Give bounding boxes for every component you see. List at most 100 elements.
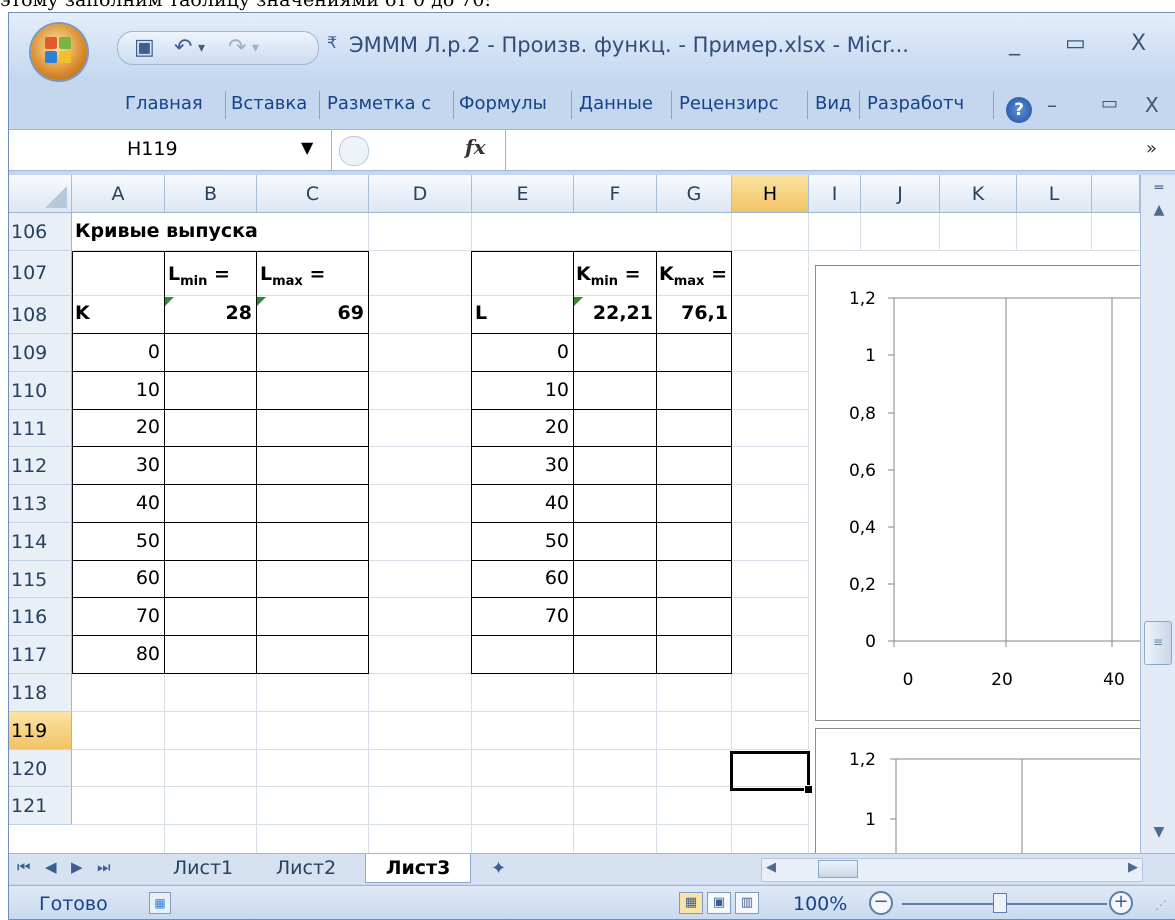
scroll-down-icon[interactable]: ▼	[1144, 821, 1174, 843]
tab-review[interactable]: Рецензирс	[679, 89, 779, 119]
save-icon[interactable]: ▣	[134, 36, 155, 60]
row-header-116[interactable]: 116	[9, 598, 72, 636]
column-header-m[interactable]	[1092, 175, 1140, 213]
workbook-restore-button[interactable]: ▭	[1101, 93, 1118, 114]
chart-1-y-tick: 1,2	[849, 289, 876, 309]
column-header-c[interactable]: C	[257, 175, 369, 213]
column-header-g[interactable]: G	[657, 175, 732, 213]
zoom-out-icon[interactable]: −	[869, 891, 893, 915]
workbook-minimize-button[interactable]: –	[1047, 93, 1057, 117]
column-header-d[interactable]: D	[369, 175, 472, 213]
expand-formula-bar-icon[interactable]: »	[1146, 138, 1157, 159]
workbook-close-button[interactable]: X	[1145, 93, 1159, 117]
sheet-tab-list1[interactable]: Лист1	[159, 854, 247, 882]
scroll-right-icon[interactable]: ▶	[1128, 860, 1138, 875]
zoom-in-icon[interactable]: +	[1109, 891, 1133, 915]
prev-sheet-icon[interactable]: ◀	[45, 858, 57, 876]
tab-insert[interactable]: Вставка	[231, 89, 307, 119]
worksheet-grid[interactable]: A B C D E F G H I J K L 106 107 108 109 …	[9, 175, 1140, 853]
output-curve-chart-1[interactable]: 1,2 1 0,8 0,6 0,4 0,2 0 0 20 40	[815, 265, 1140, 721]
sheet-tab-list3[interactable]: Лист3	[365, 854, 471, 883]
name-box[interactable]: H119 ▼	[9, 130, 332, 170]
zoom-slider-thumb[interactable]	[993, 893, 1007, 913]
column-header-i[interactable]: I	[809, 175, 861, 213]
h-scroll-thumb[interactable]	[818, 860, 858, 878]
insert-function-icon[interactable]: fx	[465, 135, 486, 159]
redo-icon[interactable]: ↷	[228, 36, 246, 60]
output-curve-chart-2[interactable]: 1,2 1	[815, 728, 1140, 853]
close-button[interactable]: X	[1131, 31, 1146, 56]
tab-page-layout[interactable]: Разметка с	[327, 89, 431, 119]
tab-view[interactable]: Вид	[815, 89, 852, 119]
active-cell-h119[interactable]	[730, 751, 813, 794]
kmin-value: 22,21	[592, 302, 653, 324]
tab-developer[interactable]: Разработч	[867, 89, 964, 119]
scroll-left-icon[interactable]: ◀	[766, 860, 776, 875]
fill-handle[interactable]	[804, 785, 813, 794]
row-header-113[interactable]: 113	[9, 485, 72, 523]
column-header-j[interactable]: J	[861, 175, 940, 213]
first-sheet-icon[interactable]: ⏮	[17, 858, 31, 876]
formula-bar-button[interactable]	[339, 136, 369, 166]
chevron-down-icon[interactable]: ▼	[301, 138, 313, 157]
page-layout-view-icon[interactable]: ▣	[707, 892, 731, 914]
row-header-112[interactable]: 112	[9, 447, 72, 485]
l-value: 20	[544, 416, 569, 438]
row-header-115[interactable]: 115	[9, 561, 72, 598]
column-header-h[interactable]: H	[732, 175, 809, 213]
lmin-value: 28	[225, 302, 252, 324]
column-header-b[interactable]: B	[165, 175, 257, 213]
undo-icon[interactable]: ↶	[174, 36, 192, 60]
undo-dropdown-icon[interactable]: ▾	[198, 36, 205, 60]
row-header-111[interactable]: 111	[9, 410, 72, 447]
row-header-121[interactable]: 121	[9, 787, 72, 825]
l-value: 0	[556, 341, 569, 363]
chart-2-y-tick: 1	[865, 810, 876, 830]
office-button[interactable]	[31, 24, 87, 80]
maximize-button[interactable]: ▭	[1065, 31, 1086, 56]
row-header-109[interactable]: 109	[9, 334, 72, 372]
split-box-icon[interactable]: ═	[1144, 177, 1174, 199]
column-header-f[interactable]: F	[574, 175, 657, 213]
tab-data[interactable]: Данные	[579, 89, 653, 119]
last-sheet-icon[interactable]: ⏭	[97, 858, 111, 876]
redo-dropdown-icon[interactable]: ▾	[252, 36, 259, 60]
scroll-up-icon[interactable]: ▲	[1144, 199, 1174, 221]
column-header-e[interactable]: E	[472, 175, 574, 213]
minimize-button[interactable]: _	[1009, 31, 1020, 56]
vertical-scrollbar[interactable]: ═ ▲ ≡ ▼	[1140, 175, 1175, 853]
row-header-120[interactable]: 120	[9, 750, 72, 787]
l-value: 10	[544, 379, 569, 401]
resize-grip-icon[interactable]: ⋰	[1155, 898, 1167, 912]
macro-record-icon[interactable]: ▦	[149, 892, 171, 914]
customize-qat-icon[interactable]: ₹	[327, 33, 337, 52]
column-header-a[interactable]: A	[72, 175, 165, 213]
column-header-k[interactable]: K	[940, 175, 1017, 213]
tab-formulas[interactable]: Формулы	[459, 89, 547, 119]
title-bar: ▣ ↶ ▾ ↷ ▾ ₹ ЭМММ Л.р.2 - Произв. функц. …	[9, 13, 1175, 80]
scroll-thumb[interactable]: ≡	[1144, 621, 1172, 665]
chart-1-y-tick: 0	[865, 632, 876, 652]
tab-home[interactable]: Главная	[125, 89, 203, 119]
help-icon[interactable]: ?	[1006, 97, 1032, 123]
sheet-tab-list2[interactable]: Лист2	[257, 854, 355, 882]
k-value: 30	[135, 454, 160, 476]
l-value: 30	[544, 454, 569, 476]
horizontal-scrollbar[interactable]: ◀ ▶	[761, 858, 1143, 882]
insert-sheet-icon[interactable]: ✦	[491, 858, 506, 879]
next-sheet-icon[interactable]: ▶	[71, 858, 83, 876]
zoom-level[interactable]: 100%	[793, 893, 847, 915]
row-header-117[interactable]: 117	[9, 636, 72, 674]
row-header-119[interactable]: 119	[9, 712, 72, 750]
row-header-106[interactable]: 106	[9, 213, 72, 251]
l-value: 60	[544, 567, 569, 589]
row-header-118[interactable]: 118	[9, 674, 72, 712]
row-header-107[interactable]: 107	[9, 251, 72, 296]
row-header-108[interactable]: 108	[9, 296, 72, 334]
column-header-l[interactable]: L	[1017, 175, 1092, 213]
normal-view-icon[interactable]: ▦	[679, 892, 703, 914]
page-break-view-icon[interactable]: ▥	[735, 892, 759, 914]
row-header-110[interactable]: 110	[9, 372, 72, 410]
select-all-button[interactable]	[9, 175, 72, 213]
row-header-114[interactable]: 114	[9, 523, 72, 561]
